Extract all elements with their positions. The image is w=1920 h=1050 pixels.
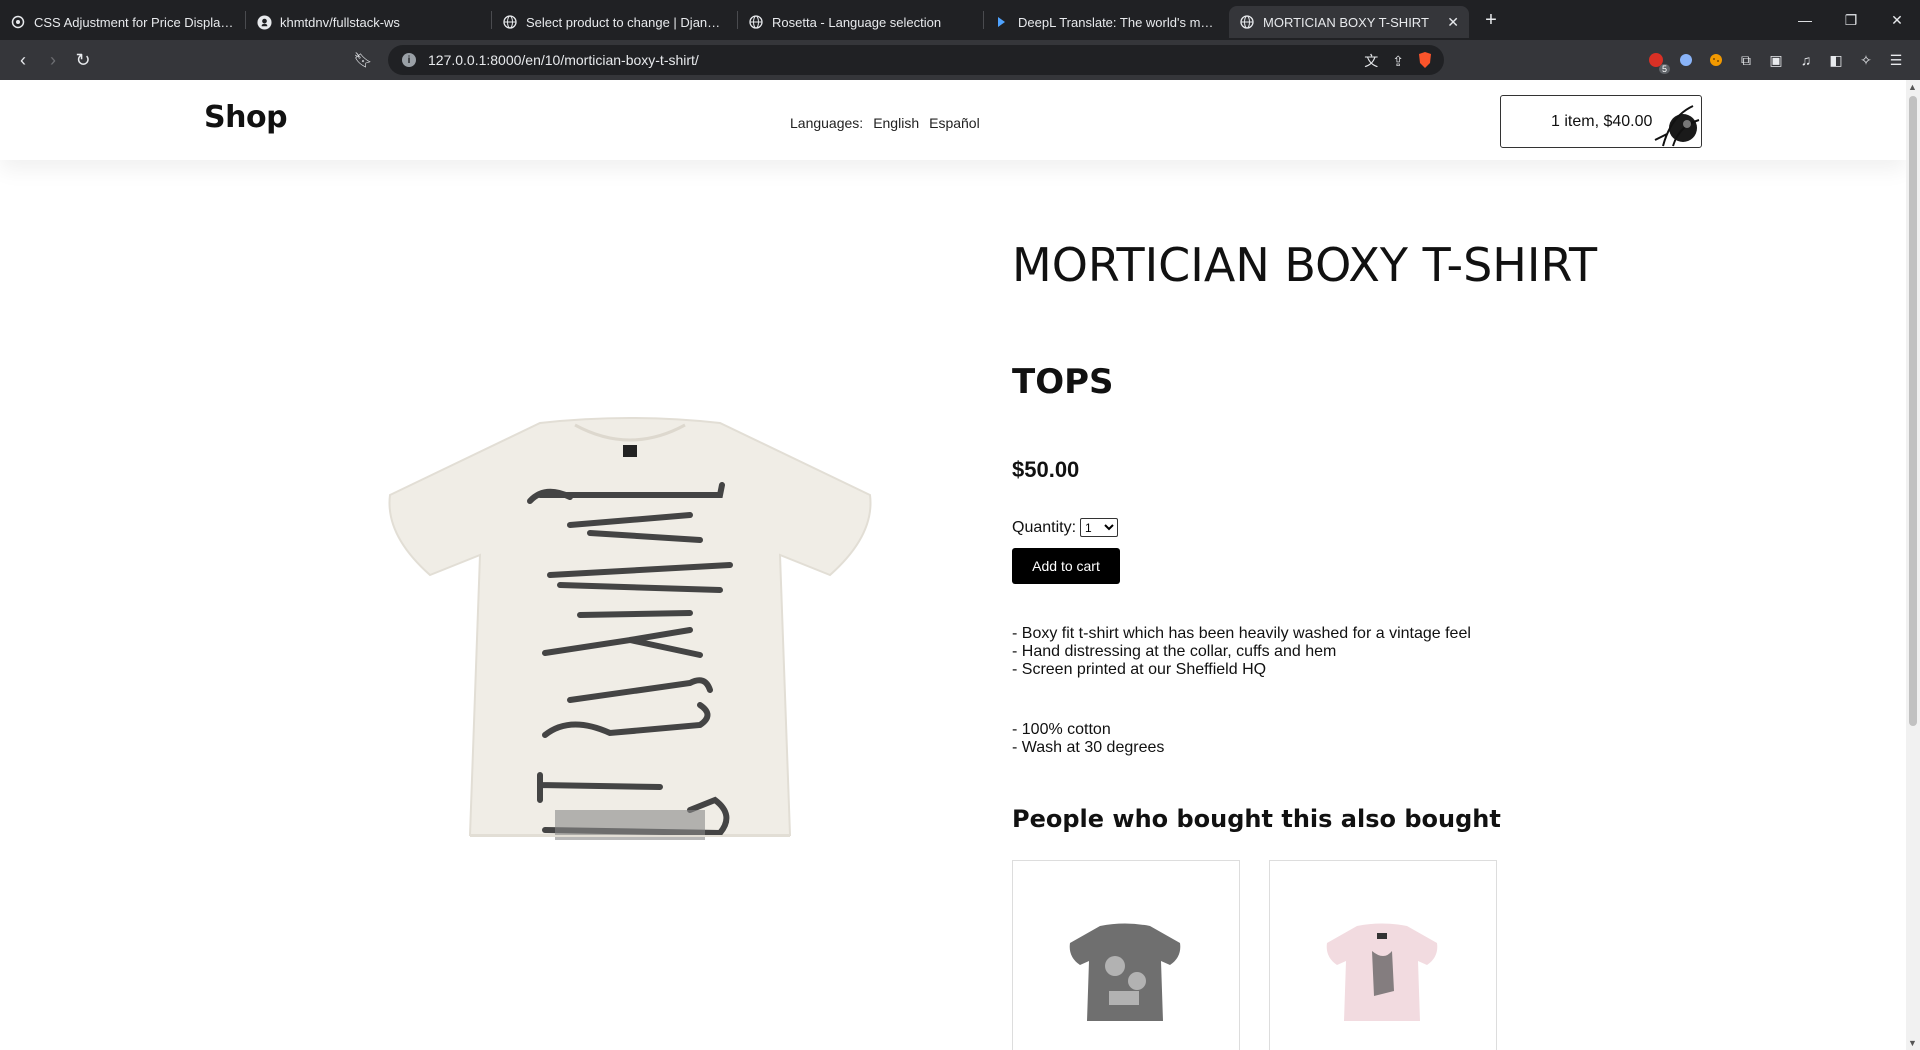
tab-title: CSS Adjustment for Price Display - G	[34, 14, 235, 30]
brave-shield-icon[interactable]	[1418, 51, 1432, 71]
detail-line: - Wash at 30 degrees	[1012, 739, 1165, 756]
recommended-product-image	[1069, 923, 1181, 1021]
language-link-espanol[interactable]: Español	[929, 115, 980, 131]
close-window-icon[interactable]: ✕	[1874, 0, 1920, 40]
share-icon[interactable]: ⇪	[1392, 53, 1404, 70]
chatgpt-icon	[10, 14, 26, 30]
language-switcher: Languages: English Español	[790, 115, 980, 131]
url-text: 127.0.0.1:8000/en/10/mortician-boxy-t-sh…	[428, 52, 699, 68]
tab-title: DeepL Translate: The world's most ac	[1018, 14, 1219, 30]
minimize-icon[interactable]: —	[1782, 0, 1828, 40]
quantity-label: Quantity:	[1012, 518, 1077, 536]
site-logo[interactable]: Shop	[204, 100, 288, 135]
tab-rosetta[interactable]: Rosetta - Language selection	[738, 6, 983, 38]
cookie-icon[interactable]	[1706, 50, 1726, 70]
description-line: - Boxy fit t-shirt which has been heavil…	[1012, 625, 1471, 642]
recommendations-heading: People who bought this also bought	[1012, 805, 1501, 833]
tab-github[interactable]: khmtdnv/fullstack-ws	[246, 6, 491, 38]
screenshot-icon[interactable]: ▣	[1766, 50, 1786, 70]
product-price: $50.00	[1012, 457, 1080, 482]
globe-icon	[502, 14, 518, 30]
github-icon	[256, 14, 272, 30]
close-tab-icon[interactable]: ✕	[1447, 14, 1459, 31]
language-link-english[interactable]: English	[873, 115, 919, 131]
recommended-product-image	[1326, 923, 1438, 1021]
tab-mortician-boxy-t-shirt[interactable]: MORTICIAN BOXY T-SHIRT ✕	[1229, 6, 1469, 38]
deepl-icon	[994, 14, 1010, 30]
tab-title: Rosetta - Language selection	[772, 14, 942, 30]
product-description: - Boxy fit t-shirt which has been heavil…	[1012, 625, 1471, 757]
cart-decoration-image	[1654, 105, 1700, 147]
bookmark-icon[interactable]: 🔖︎	[348, 45, 378, 75]
add-to-cart-button[interactable]: Add to cart	[1012, 548, 1120, 584]
page-scrollbar[interactable]: ▲ ▼	[1906, 80, 1920, 1050]
cart-summary[interactable]: 1 item, $40.00	[1500, 95, 1702, 148]
back-icon[interactable]: ‹	[8, 45, 38, 75]
extensions-area: 5 ⧉ ▣ ♫ ◧ ✧ ☰	[1646, 45, 1906, 75]
extension-red-icon[interactable]: 5	[1646, 50, 1670, 74]
languages-label: Languages:	[790, 115, 864, 131]
forward-icon[interactable]: ›	[38, 45, 68, 75]
detail-line: - 100% cotton	[1012, 721, 1111, 738]
extension-badge: 5	[1658, 64, 1670, 74]
site-info-icon[interactable]: i	[402, 53, 416, 67]
product-image	[388, 417, 872, 840]
sidebar-icon[interactable]: ◧	[1826, 50, 1846, 70]
tab-css-adjustment[interactable]: CSS Adjustment for Price Display - G	[0, 6, 245, 38]
recommended-product-card[interactable]	[1012, 860, 1240, 1050]
product-title: MORTICIAN BOXY T-SHIRT	[1012, 238, 1598, 292]
address-bar-actions: 文 ⇪	[1364, 51, 1432, 71]
address-bar[interactable]: i 127.0.0.1:8000/en/10/mortician-boxy-t-…	[388, 45, 1444, 75]
media-icon[interactable]: ♫	[1796, 50, 1816, 70]
scroll-down-icon[interactable]: ▼	[1908, 1038, 1917, 1048]
scrollbar-thumb[interactable]	[1909, 96, 1917, 726]
cart-summary-text: 1 item, $40.00	[1551, 112, 1653, 130]
tab-title: Select product to change | Django sit	[526, 14, 727, 30]
reload-icon[interactable]: ↻	[68, 45, 98, 75]
leo-ai-icon[interactable]: ✧	[1856, 50, 1876, 70]
description-line: - Screen printed at our Sheffield HQ	[1012, 661, 1267, 678]
scroll-up-icon[interactable]: ▲	[1908, 82, 1917, 92]
web-page: Shop Languages: English Español 1 item, …	[0, 80, 1906, 1050]
extension-circle-icon[interactable]	[1676, 50, 1696, 70]
tab-title: khmtdnv/fullstack-ws	[280, 14, 400, 30]
puzzle-extensions-icon[interactable]: ⧉	[1736, 50, 1756, 70]
tab-django-admin[interactable]: Select product to change | Django sit	[492, 6, 737, 38]
product-category[interactable]: TOPS	[1012, 362, 1114, 402]
recommended-product-card[interactable]	[1269, 860, 1497, 1050]
restore-icon[interactable]: ❐	[1828, 0, 1874, 40]
browser-tab-bar: CSS Adjustment for Price Display - G khm…	[0, 0, 1920, 40]
new-tab-icon[interactable]: +	[1479, 9, 1503, 32]
tab-deepl[interactable]: DeepL Translate: The world's most ac	[984, 6, 1229, 38]
description-line: - Hand distressing at the collar, cuffs …	[1012, 643, 1337, 660]
menu-icon[interactable]: ☰	[1886, 50, 1906, 70]
translate-icon[interactable]: 文	[1364, 51, 1378, 71]
window-controls: — ❐ ✕	[1782, 0, 1920, 40]
browser-toolbar: ‹ › ↻ 🔖︎ i 127.0.0.1:8000/en/10/morticia…	[0, 40, 1920, 80]
tab-title: MORTICIAN BOXY T-SHIRT	[1263, 14, 1429, 30]
globe-icon	[748, 14, 764, 30]
globe-icon	[1239, 14, 1255, 30]
quantity-select[interactable]: 1	[1080, 518, 1119, 537]
quantity-control: Quantity: 1	[1012, 518, 1119, 537]
site-header: Shop Languages: English Español 1 item, …	[0, 80, 1906, 160]
